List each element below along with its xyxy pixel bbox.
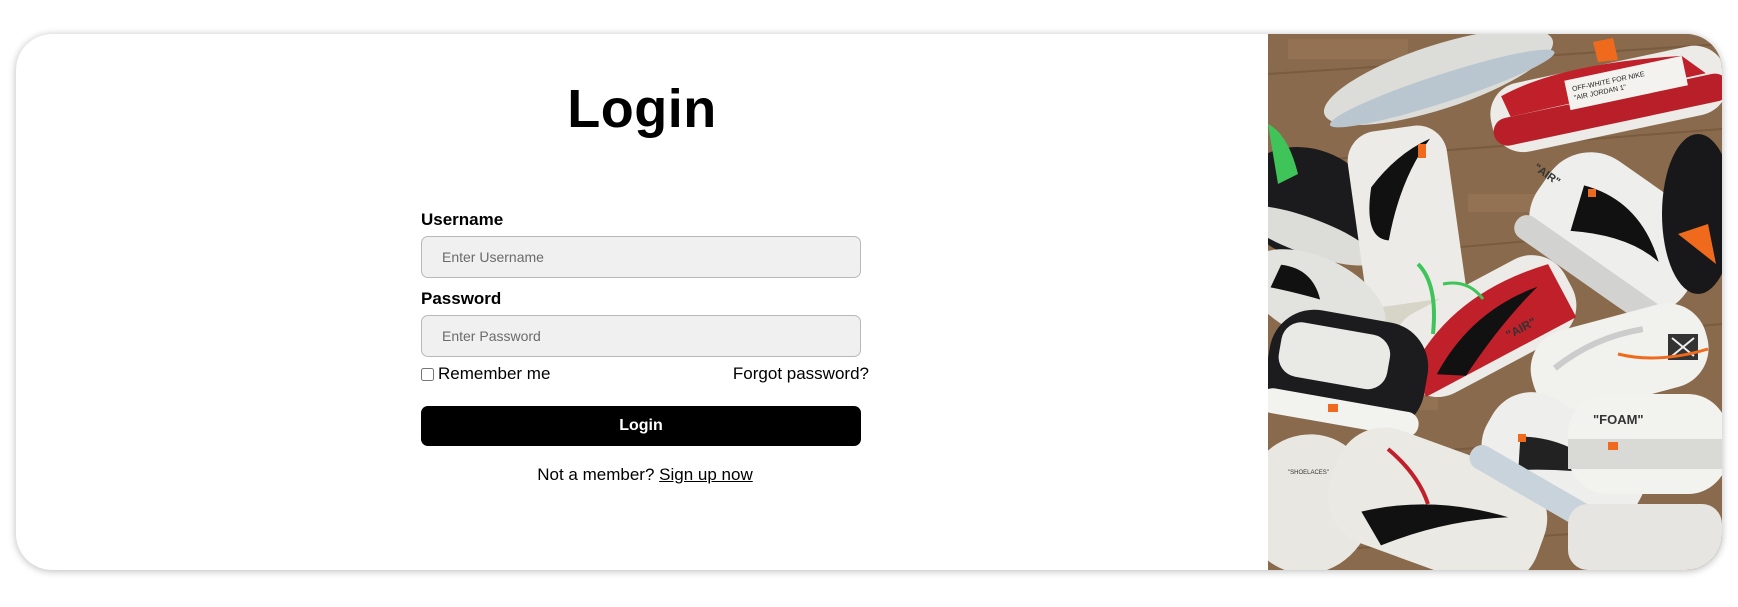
signup-link[interactable]: Sign up now xyxy=(659,465,753,484)
username-input[interactable] xyxy=(421,236,861,278)
password-input[interactable] xyxy=(421,315,861,357)
page-title: Login xyxy=(567,79,717,139)
password-label: Password xyxy=(421,289,502,308)
remember-me-checkbox[interactable] xyxy=(421,367,434,381)
login-button[interactable]: Login xyxy=(421,406,861,446)
svg-text:"SHOELACES": "SHOELACES" xyxy=(1288,470,1329,476)
remember-me-label: Remember me xyxy=(438,364,551,383)
options-row: Remember me Forgot password? xyxy=(421,364,869,386)
sneakers-photo: OFF-WHITE FOR NIKE "AIR JORDAN 1" "AIR" … xyxy=(1268,34,1722,570)
login-form-pane: Login Username Password Remember me Forg… xyxy=(16,34,1268,570)
login-card: Login Username Password Remember me Forg… xyxy=(16,34,1722,570)
hero-image: OFF-WHITE FOR NIKE "AIR JORDAN 1" "AIR" … xyxy=(1268,34,1722,570)
remember-me[interactable]: Remember me xyxy=(421,364,550,384)
signup-prompt-text: Not a member? xyxy=(537,465,655,484)
signup-prompt: Not a member? Sign up now xyxy=(421,465,869,485)
username-label: Username xyxy=(421,210,504,229)
forgot-password-link[interactable]: Forgot password? xyxy=(733,364,869,384)
login-form: Username Password Remember me Forgot pas… xyxy=(421,209,869,485)
svg-text:"FOAM": "FOAM" xyxy=(1593,412,1644,427)
